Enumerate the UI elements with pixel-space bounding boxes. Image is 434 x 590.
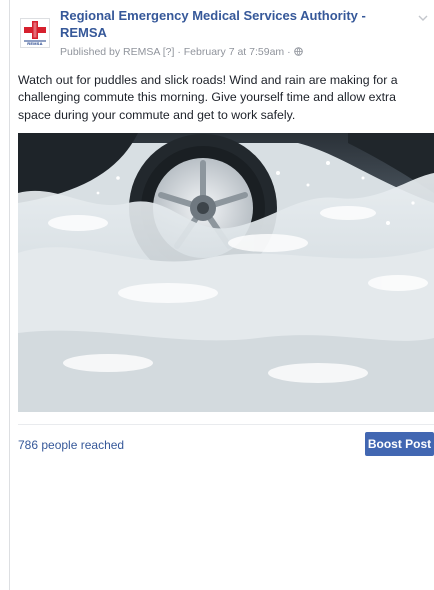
page-name-link[interactable]: Regional Emergency Medical Services Auth…: [60, 7, 390, 41]
post-header: REMSA Regional Emergency Medical Service…: [10, 0, 434, 68]
footer-divider: [18, 424, 434, 425]
post-card: REMSA Regional Emergency Medical Service…: [9, 0, 434, 590]
post-timestamp[interactable]: February 7 at 7:59am: [184, 46, 284, 58]
meta-separator: ·: [287, 46, 291, 58]
boost-post-button[interactable]: Boost Post: [365, 432, 434, 456]
chevron-down-icon[interactable]: [418, 14, 428, 22]
avatar-label: REMSA: [27, 41, 43, 46]
meta-separator: ·: [177, 46, 181, 58]
published-by-link[interactable]: Published by REMSA: [60, 46, 160, 58]
page-avatar[interactable]: REMSA: [20, 18, 50, 48]
help-marker[interactable]: [?]: [163, 46, 175, 58]
car-wheel-splash-icon: [18, 133, 434, 412]
post-message: Watch out for puddles and slick roads! W…: [18, 73, 398, 122]
reach-count-link[interactable]: 786 people reached: [18, 437, 124, 453]
globe-icon[interactable]: [293, 47, 303, 56]
post-meta: Published by REMSA [?] · February 7 at 7…: [60, 45, 303, 59]
post-photo[interactable]: [18, 133, 434, 412]
